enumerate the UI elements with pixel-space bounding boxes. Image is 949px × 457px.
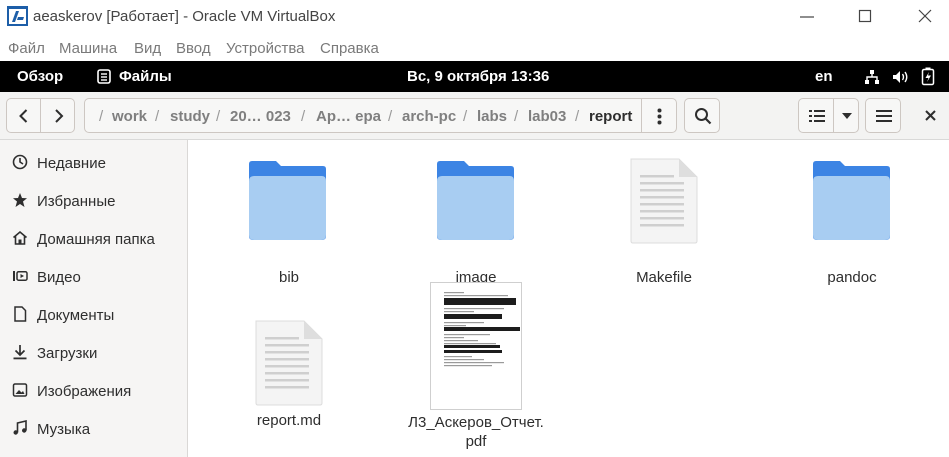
home-icon bbox=[12, 230, 28, 245]
list-view-icon bbox=[809, 110, 825, 122]
close-window-icon[interactable] bbox=[913, 4, 937, 28]
sidebar-item-documents[interactable]: Документы bbox=[0, 295, 187, 333]
files-app-icon bbox=[97, 69, 111, 84]
menu-help[interactable]: Справка bbox=[320, 40, 379, 57]
sidebar-item-label: Видео bbox=[37, 269, 81, 286]
document-icon bbox=[14, 306, 27, 322]
crumb-lab03[interactable]: lab03 bbox=[528, 108, 566, 125]
network-icon[interactable] bbox=[864, 69, 880, 85]
chevron-down-icon bbox=[842, 113, 852, 119]
chevron-right-icon bbox=[55, 109, 64, 123]
main-menu-button[interactable] bbox=[865, 98, 901, 133]
list-view-button[interactable] bbox=[798, 98, 834, 133]
volume-icon[interactable] bbox=[892, 69, 909, 85]
input-language[interactable]: en bbox=[815, 68, 833, 85]
folder-icon bbox=[249, 161, 326, 240]
menu-devices[interactable]: Устройства bbox=[226, 40, 304, 57]
menu-file[interactable]: Файл bbox=[8, 40, 45, 57]
path-separator: / bbox=[388, 108, 393, 125]
path-separator: / bbox=[301, 108, 306, 125]
path-separator: / bbox=[99, 108, 104, 125]
clock[interactable]: Вс, 9 октября 13:36 bbox=[407, 68, 549, 85]
download-icon bbox=[13, 345, 27, 360]
crumb-study[interactable]: study bbox=[170, 108, 210, 125]
menu-input[interactable]: Ввод bbox=[176, 40, 211, 57]
path-menu-button[interactable] bbox=[641, 98, 677, 133]
file-name: Makefile bbox=[636, 269, 692, 286]
menu-machine[interactable]: Машина bbox=[59, 40, 117, 57]
file-item-image[interactable]: image bbox=[396, 158, 556, 288]
minimize-icon[interactable] bbox=[795, 4, 819, 28]
sidebar-item-music[interactable]: Музыка bbox=[0, 409, 187, 447]
chevron-left-icon bbox=[19, 109, 28, 123]
activities-button[interactable]: Обзор bbox=[17, 68, 63, 85]
crumb-2022-2023[interactable]: 20… 023 bbox=[230, 108, 291, 125]
gnome-topbar: Обзор Файлы Вс, 9 октября 13:36 en bbox=[0, 61, 949, 92]
path-separator: / bbox=[155, 108, 160, 125]
sidebar-item-pictures[interactable]: Изображения bbox=[0, 371, 187, 409]
crumb-arch[interactable]: Ap… epa bbox=[316, 108, 381, 125]
path-separator: / bbox=[216, 108, 221, 125]
folder-icon bbox=[437, 161, 514, 240]
breadcrumb: / work / study / 20… 023 / Ap… epa / arc… bbox=[84, 98, 642, 133]
virtualbox-app-icon bbox=[7, 6, 28, 26]
sidebar-item-recent[interactable]: Недавние bbox=[0, 143, 187, 181]
video-icon bbox=[13, 271, 28, 281]
file-item-bib[interactable]: bib bbox=[209, 158, 369, 288]
forward-button[interactable] bbox=[40, 98, 75, 133]
crumb-labs[interactable]: labs bbox=[477, 108, 507, 125]
file-item-report-md[interactable]: report.md bbox=[209, 318, 369, 438]
music-icon bbox=[13, 420, 27, 435]
text-file-icon bbox=[255, 320, 323, 406]
places-sidebar: Недавние Избранные Домашняя папка Видео … bbox=[0, 140, 188, 457]
path-separator: / bbox=[575, 108, 580, 125]
sidebar-item-label: Недавние bbox=[37, 155, 106, 172]
battery-icon[interactable] bbox=[921, 67, 935, 86]
app-menu-files[interactable]: Файлы bbox=[119, 68, 172, 85]
sidebar-item-home[interactable]: Домашняя папка bbox=[0, 219, 187, 257]
image-icon bbox=[12, 383, 28, 397]
hamburger-menu-icon bbox=[876, 110, 892, 122]
crumb-work[interactable]: work bbox=[112, 108, 147, 125]
star-icon bbox=[13, 193, 27, 207]
sidebar-item-label: Документы bbox=[37, 307, 115, 324]
sidebar-item-videos[interactable]: Видео bbox=[0, 257, 187, 295]
menu-view[interactable]: Вид bbox=[134, 40, 161, 57]
sidebar-item-label: Музыка bbox=[37, 421, 91, 438]
view-options-button[interactable] bbox=[833, 98, 859, 133]
window-title: aeaskerov [Работает] - Oracle VM Virtual… bbox=[33, 8, 336, 25]
file-name: bib bbox=[278, 269, 300, 286]
vbox-titlebar: aeaskerov [Работает] - Oracle VM Virtual… bbox=[0, 0, 949, 33]
search-button[interactable] bbox=[684, 98, 720, 133]
sidebar-item-label: Изображения bbox=[37, 383, 132, 400]
pdf-thumbnail-icon bbox=[430, 282, 522, 410]
clock-icon bbox=[12, 154, 28, 170]
file-name: report.md bbox=[256, 412, 322, 429]
file-name: Л3_Аскеров_Отчет. pdf bbox=[408, 414, 544, 450]
sidebar-item-starred[interactable]: Избранные bbox=[0, 181, 187, 219]
path-separator: / bbox=[514, 108, 519, 125]
files-headerbar: / work / study / 20… 023 / Ap… epa / arc… bbox=[0, 92, 949, 140]
crumb-report-current[interactable]: report bbox=[589, 108, 632, 125]
file-icon-grid: bib image Makefile pandoc report.md Л3_А… bbox=[188, 140, 949, 457]
file-name: pandoc bbox=[827, 269, 877, 286]
file-item-pandoc[interactable]: pandoc bbox=[772, 158, 932, 288]
back-button[interactable] bbox=[6, 98, 41, 133]
sidebar-item-label: Загрузки bbox=[37, 345, 98, 362]
sidebar-item-downloads[interactable]: Загрузки bbox=[0, 333, 187, 371]
file-item-makefile[interactable]: Makefile bbox=[584, 158, 744, 288]
crumb-arch-pc[interactable]: arch-pc bbox=[402, 108, 456, 125]
sidebar-item-label: Избранные bbox=[37, 193, 116, 210]
folder-icon bbox=[813, 161, 890, 240]
text-file-icon bbox=[630, 158, 698, 244]
file-item-pdf-report[interactable]: Л3_Аскеров_Отчет. pdf bbox=[396, 282, 556, 457]
vertical-dots-icon bbox=[657, 108, 662, 125]
path-separator: / bbox=[463, 108, 468, 125]
close-icon[interactable] bbox=[925, 110, 936, 121]
maximize-icon[interactable] bbox=[853, 4, 877, 28]
search-icon bbox=[695, 108, 712, 125]
sidebar-item-label: Домашняя папка bbox=[37, 231, 155, 248]
